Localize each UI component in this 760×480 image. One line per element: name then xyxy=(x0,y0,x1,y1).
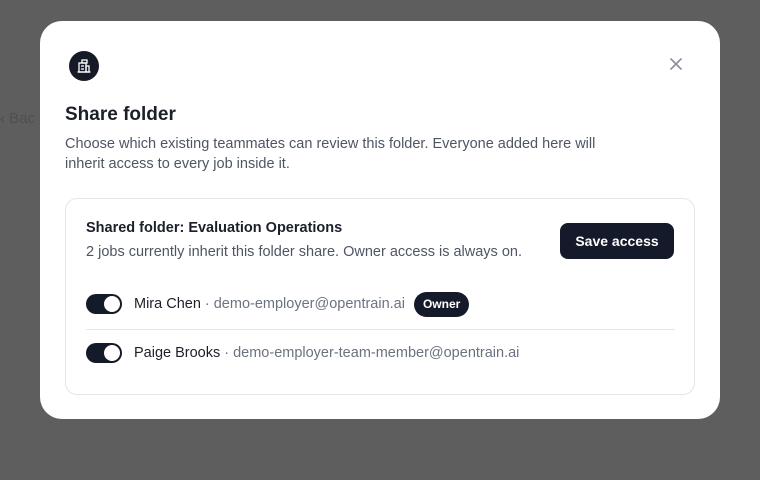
toggle-knob xyxy=(104,345,120,361)
close-icon[interactable] xyxy=(666,54,686,74)
member-name: Mira Chen xyxy=(134,296,201,312)
save-access-button[interactable]: Save access xyxy=(560,223,674,259)
member-access-toggle[interactable] xyxy=(86,294,122,314)
member-email: demo-employer-team-member@opentrain.ai xyxy=(233,345,520,361)
dialog-title: Share folder xyxy=(65,104,176,125)
building-icon xyxy=(69,51,99,81)
member-email: demo-employer@opentrain.ai xyxy=(213,296,405,312)
background-ghost-text: ‹ Bac xyxy=(0,110,36,127)
member-access-toggle[interactable] xyxy=(86,343,122,363)
owner-badge: Owner xyxy=(413,291,470,317)
member-name: Paige Brooks xyxy=(134,345,221,361)
member-separator: · xyxy=(224,345,230,361)
member-row: Mira Chen · demo-employer@opentrain.ai O… xyxy=(86,289,675,319)
member-row: Paige Brooks · demo-employer-team-member… xyxy=(86,338,675,368)
shared-folder-panel: Shared folder: Evaluation Operations 2 j… xyxy=(65,198,695,395)
panel-title: Shared folder: Evaluation Operations xyxy=(86,220,343,236)
panel-subtitle: 2 jobs currently inherit this folder sha… xyxy=(86,244,522,260)
dialog-description: Choose which existing teammates can revi… xyxy=(65,136,596,172)
member-separator: · xyxy=(204,296,210,312)
share-folder-dialog: Share folder Choose which existing teamm… xyxy=(40,21,720,419)
toggle-knob xyxy=(104,296,120,312)
member-divider xyxy=(86,329,675,330)
